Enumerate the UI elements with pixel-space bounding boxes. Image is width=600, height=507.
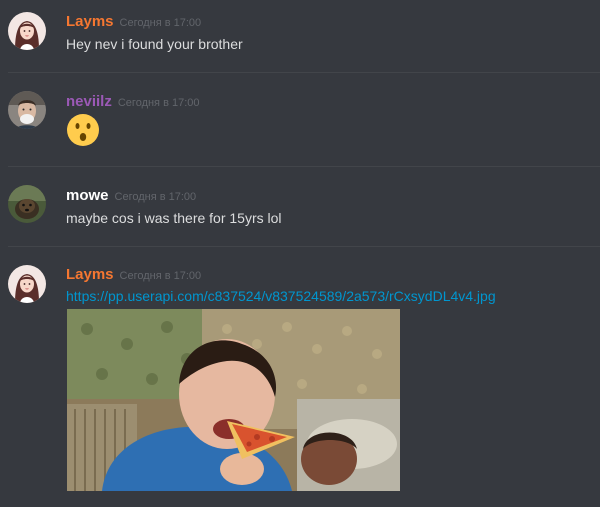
- avatar[interactable]: [8, 185, 46, 223]
- timestamp: Сегодня в 17:00: [119, 17, 202, 29]
- avatar[interactable]: [8, 12, 46, 50]
- attachment-link[interactable]: https://pp.userapi.com/c837524/v83752458…: [66, 288, 496, 304]
- message-header: Layms Сегодня в 17:00: [66, 13, 201, 32]
- message-group: Layms Сегодня в 17:00 Hey nev i found you…: [0, 0, 600, 72]
- message-header: neviilz Сегодня в 17:00: [66, 93, 200, 112]
- chat-messages: Layms Сегодня в 17:00 Hey nev i found you…: [0, 0, 600, 507]
- message-group: neviilz Сегодня в 17:00: [0, 73, 600, 166]
- message-text: maybe cos i was there for 15yrs lol: [66, 210, 282, 226]
- hushed-face-icon: [66, 113, 100, 147]
- username[interactable]: mowe: [66, 187, 109, 204]
- timestamp: Сегодня в 17:00: [114, 191, 197, 203]
- timestamp: Сегодня в 17:00: [117, 97, 200, 109]
- message-link: https://pp.userapi.com/c837524/v83752458…: [66, 288, 496, 304]
- username[interactable]: neviilz: [66, 93, 112, 110]
- timestamp: Сегодня в 17:00: [119, 270, 202, 282]
- avatar[interactable]: [8, 265, 46, 303]
- message-text: Hey nev i found your brother: [66, 36, 243, 52]
- message-header: mowe Сегодня в 17:00: [66, 187, 196, 206]
- message-group: mowe Сегодня в 17:00 maybe cos i was ther…: [0, 167, 600, 246]
- username[interactable]: Layms: [66, 266, 114, 283]
- message-header: Layms Сегодня в 17:00: [66, 266, 201, 285]
- username[interactable]: Layms: [66, 13, 114, 30]
- image-attachment[interactable]: [67, 309, 400, 491]
- avatar[interactable]: [8, 91, 46, 129]
